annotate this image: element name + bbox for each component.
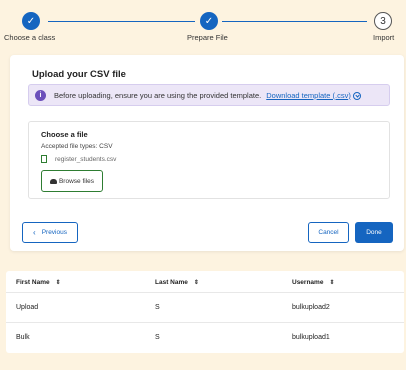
done-button[interactable]: Done [355,222,393,243]
sort-icon[interactable]: ⇕ [329,280,334,286]
upload-card: Upload your CSV file i Before uploading,… [10,55,404,251]
previous-button[interactable]: ‹ Previous [22,222,78,243]
file-chooser-title: Choose a file [41,130,88,139]
template-notice: i Before uploading, ensure you are using… [28,84,390,106]
cell-username: bulkupload1 [292,334,330,341]
table-row: Bulk S bulkupload1 [6,323,404,353]
table-header-row: First Name ⇕ Last Name ⇕ Username ⇕ [6,271,404,293]
column-header-label: First Name [16,279,50,286]
cell-first-name: Upload [16,304,39,311]
step-3-number: 3 [374,12,392,30]
table-row: Upload S bulkupload2 [6,293,404,323]
file-icon [41,155,47,163]
cancel-button[interactable]: Cancel [308,222,349,243]
info-icon: i [35,89,46,101]
sort-icon[interactable]: ⇕ [194,280,199,286]
stepper-connector [222,21,367,22]
notice-text: Before uploading, ensure you are using t… [54,90,262,100]
download-template-link[interactable]: Download template (.csv) [266,91,351,100]
cell-last-name: S [155,334,160,341]
step-3-label: Import [373,33,395,42]
sort-icon[interactable]: ⇕ [56,280,61,286]
cell-first-name: Bulk [16,334,30,341]
column-header-username[interactable]: Username ⇕ [292,279,334,286]
browse-files-label: Browse files [58,177,95,185]
selected-file: register_students.csv [41,155,116,163]
cell-last-name: S [155,304,160,311]
download-icon[interactable] [352,92,361,100]
column-header-last-name[interactable]: Last Name ⇕ [155,279,199,286]
chevron-left-icon: ‹ [33,228,36,237]
cell-username: bulkupload2 [292,304,330,311]
column-header-label: Username [292,279,324,286]
file-chooser: Choose a file Accepted file types: CSV r… [28,121,390,199]
step-1-check-icon: ✓ [22,12,40,30]
step-2-check-icon: ✓ [200,12,218,30]
column-header-first-name[interactable]: First Name ⇕ [16,279,61,286]
column-header-label: Last Name [155,279,188,286]
step-1-label: Choose a class [4,33,56,42]
progress-stepper: ✓ Choose a class ✓ Prepare File 3 Import [0,0,406,50]
students-preview-table: First Name ⇕ Last Name ⇕ Username ⇕ Upload … [6,271,404,353]
browse-files-button[interactable]: Browse files [41,170,103,192]
upload-title: Upload your CSV file [32,69,126,80]
previous-label: Previous [41,229,67,236]
stepper-connector [48,21,195,22]
step-2-label: Prepare File [187,33,228,42]
accepted-types: Accepted file types: CSV [41,143,113,150]
cloud-upload-icon [49,178,57,184]
selected-filename: register_students.csv [55,155,117,163]
